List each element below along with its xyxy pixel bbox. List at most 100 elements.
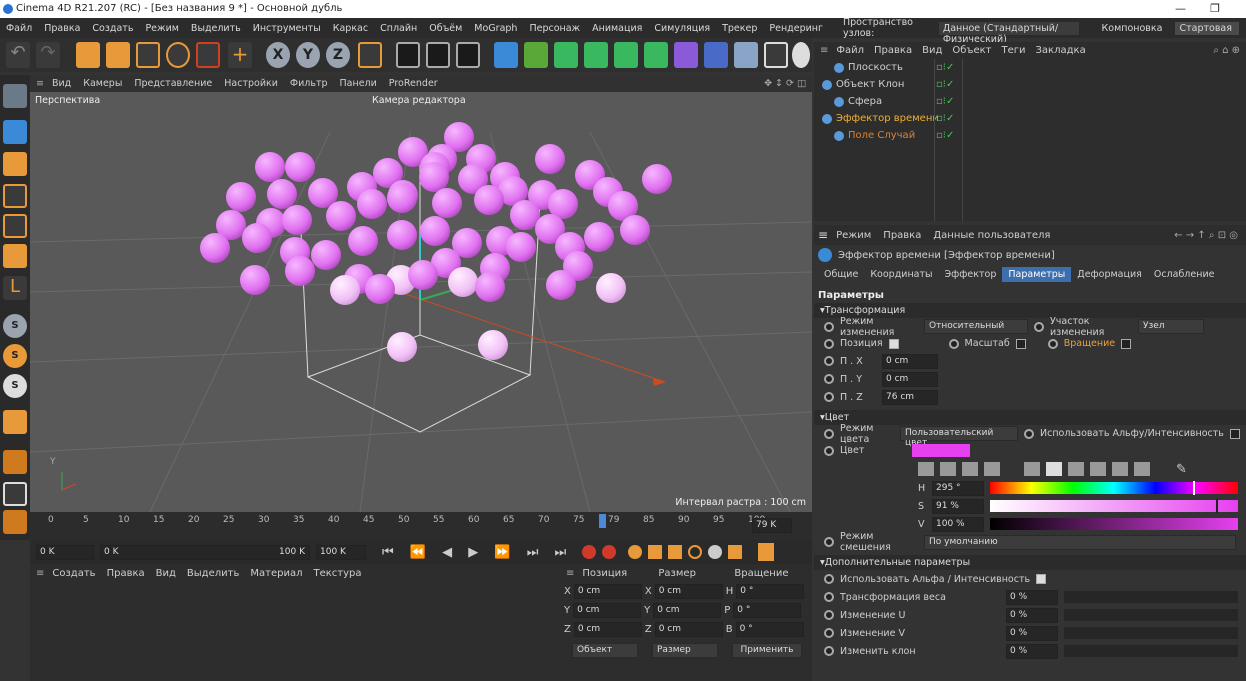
position-checkbox[interactable] <box>888 338 899 349</box>
clone-slider[interactable] <box>1064 645 1238 657</box>
floor-icon[interactable] <box>734 42 758 68</box>
hsv-mode-button[interactable] <box>1046 462 1062 476</box>
object-menu-bookmarks[interactable]: Закладка <box>1036 45 1086 56</box>
material-menu-select[interactable]: Выделить <box>187 568 239 579</box>
menu-tools[interactable]: Инструменты <box>253 23 321 34</box>
anim-radio[interactable] <box>824 356 834 366</box>
quantize-icon[interactable]: S <box>3 374 27 398</box>
rotation-checkbox[interactable] <box>1121 338 1132 349</box>
coordinate-system-icon[interactable] <box>358 42 382 68</box>
viewport-menu-icon[interactable]: ≡ <box>36 78 44 89</box>
v2-field[interactable]: 0 % <box>1006 625 1058 641</box>
x-axis-icon[interactable]: X <box>266 42 290 68</box>
coord-menu-icon[interactable]: ≡ <box>566 568 574 579</box>
rotate-tool-icon[interactable] <box>166 42 190 68</box>
anim-radio[interactable] <box>1034 321 1044 332</box>
v-field[interactable]: 100 % <box>932 516 984 532</box>
menu-create[interactable]: Создать <box>92 23 133 34</box>
use-alpha-checkbox[interactable] <box>1229 428 1240 439</box>
attr-menu-mode[interactable]: Режим <box>836 230 871 241</box>
anim-radio[interactable] <box>824 610 834 620</box>
menu-select[interactable]: Выделить <box>191 23 241 34</box>
object-menu-edit[interactable]: Правка <box>874 45 912 56</box>
viewport-3d[interactable]: Y Перспектива Камера редактора Интервал … <box>30 92 812 512</box>
light-icon[interactable] <box>792 42 810 68</box>
anim-radio[interactable] <box>824 374 834 384</box>
color-mode-select[interactable]: Пользовательский цвет <box>900 426 1018 448</box>
range-select[interactable]: Узел <box>1138 319 1204 334</box>
size-x-field[interactable]: 0 cm <box>654 584 723 599</box>
object-row[interactable]: Эффектор времени ▫⁝✓ <box>814 110 1246 127</box>
extrude-icon[interactable] <box>584 42 608 68</box>
anim-radio[interactable] <box>824 592 834 602</box>
swatches-icon[interactable] <box>984 462 1000 476</box>
y-axis-icon[interactable]: Y <box>296 42 320 68</box>
anim-radio[interactable] <box>824 445 834 456</box>
key-parameter-icon[interactable] <box>708 545 723 559</box>
color-swatch[interactable] <box>912 444 970 457</box>
material-menu-create[interactable]: Создать <box>52 568 95 579</box>
slider-handle[interactable] <box>1215 499 1218 513</box>
slider-handle[interactable] <box>1193 481 1196 495</box>
rot-b-field[interactable]: 0 ° <box>735 622 804 637</box>
menu-mode[interactable]: Режим <box>145 23 178 34</box>
u-slider[interactable] <box>1064 609 1238 621</box>
subdivision-icon[interactable] <box>554 42 578 68</box>
weight-field[interactable]: 0 % <box>1006 589 1058 605</box>
anim-radio[interactable] <box>824 537 834 547</box>
object-row[interactable]: Плоскость ▫⁝✓ <box>814 59 1246 76</box>
maximize-icon[interactable]: ❐ <box>1210 2 1220 15</box>
field-icon[interactable] <box>704 42 728 68</box>
render-picture-viewer-icon[interactable] <box>426 42 450 68</box>
visibility-check-icon[interactable]: ▫⁝✓ <box>936 113 954 124</box>
object-menu-object[interactable]: Объект <box>952 45 991 56</box>
rot-p-field[interactable]: 0 ° <box>733 603 802 618</box>
attr-nav-icons[interactable]: ← → ↑ ⌕ ⊡ ◎ <box>1174 230 1238 241</box>
color-wheel-icon[interactable] <box>918 462 934 476</box>
rot-h-field[interactable]: 0 ° <box>736 584 805 599</box>
object-row[interactable]: Сфера ▫⁝✓ <box>814 93 1246 110</box>
viewport-menu-prorender[interactable]: ProRender <box>389 78 438 89</box>
menu-spline[interactable]: Сплайн <box>380 23 417 34</box>
keyframe-selection-icon[interactable] <box>628 545 643 559</box>
auto-key-icon[interactable] <box>602 545 617 559</box>
attr-menu-userdata[interactable]: Данные пользователя <box>933 230 1050 241</box>
magnet-icon[interactable] <box>3 410 27 434</box>
node-space-select[interactable]: Данное (Стандартный/Физический) <box>937 20 1080 45</box>
object-row[interactable]: Объект Клон ▫⁝✓ <box>814 76 1246 93</box>
material-menu-view[interactable]: Вид <box>156 568 176 579</box>
snap-settings-icon[interactable]: S <box>3 344 27 368</box>
lock-workplane-icon[interactable] <box>3 482 27 506</box>
search-icon[interactable]: ⌕ ⌂ ⊕ <box>1213 45 1240 56</box>
sculpt-icon[interactable] <box>3 510 27 534</box>
anim-radio[interactable] <box>824 628 834 638</box>
anim-radio[interactable] <box>824 428 834 439</box>
minimize-icon[interactable]: — <box>1175 2 1186 15</box>
current-frame-field[interactable]: 79 K <box>752 518 792 533</box>
tab-basic[interactable]: Общие <box>818 267 864 282</box>
scale-tool-icon[interactable] <box>136 42 160 68</box>
u-field[interactable]: 0 % <box>1006 607 1058 623</box>
deformer-icon[interactable] <box>674 42 698 68</box>
render-settings-icon[interactable] <box>456 42 480 68</box>
tab-falloff[interactable]: Ослабление <box>1148 267 1221 282</box>
menu-volume[interactable]: Объём <box>429 23 462 34</box>
pen-icon[interactable] <box>524 42 548 68</box>
key-rotation-icon[interactable] <box>688 545 703 559</box>
tab-deformation[interactable]: Деформация <box>1071 267 1148 282</box>
layout-select[interactable]: Стартовая <box>1174 20 1241 36</box>
tab-coordinates[interactable]: Координаты <box>864 267 938 282</box>
anim-radio[interactable] <box>824 321 834 332</box>
coord-object-mode-select[interactable]: Объект <box>572 642 638 658</box>
v2-slider[interactable] <box>1064 627 1238 639</box>
menu-animation[interactable]: Анимация <box>592 23 642 34</box>
pos-y-field[interactable]: 0 cm <box>573 603 642 618</box>
timeline[interactable]: 0510152025303540455055606570757985909510… <box>30 512 812 540</box>
viewport-camera-label[interactable]: Камера редактора <box>372 95 466 106</box>
tab-effector[interactable]: Эффектор <box>939 267 1003 282</box>
playhead[interactable] <box>599 514 606 528</box>
mode-select[interactable]: Относительный <box>924 319 1028 334</box>
edges-mode-icon[interactable] <box>3 214 27 238</box>
object-menu-file[interactable]: Файл <box>836 45 864 56</box>
menu-simulation[interactable]: Симуляция <box>654 23 710 34</box>
